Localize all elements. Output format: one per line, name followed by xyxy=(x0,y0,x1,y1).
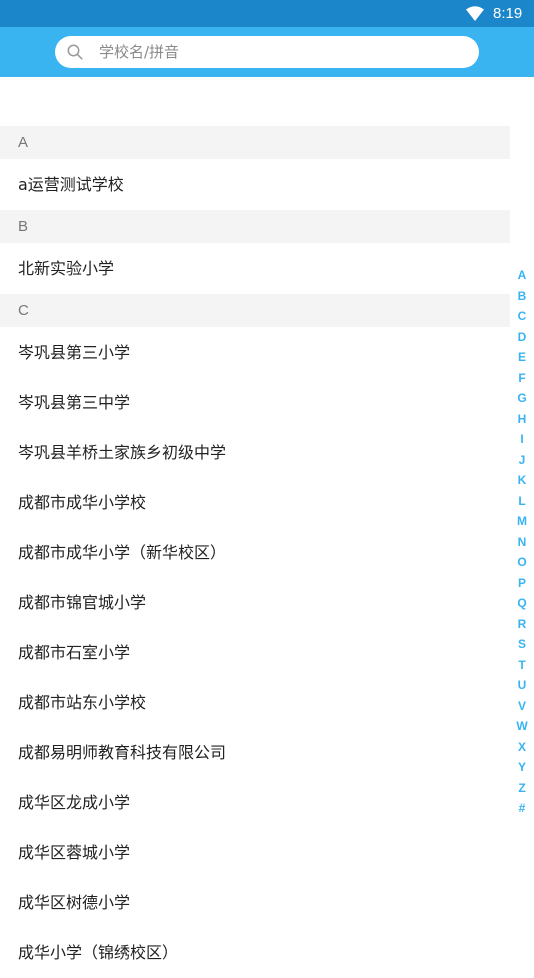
section-header-b: B xyxy=(0,210,510,243)
index-letter-z[interactable]: Z xyxy=(510,778,534,799)
school-list-item[interactable]: 成都市成华小学校 xyxy=(0,478,510,528)
index-letter-u[interactable]: U xyxy=(510,675,534,696)
alphabet-index-bar[interactable]: A B C D E F G H I J K L M N O P Q R S T U V W X Y Z # xyxy=(510,265,534,819)
school-list-item[interactable]: 成都市锦官城小学 xyxy=(0,578,510,628)
index-letter-a[interactable]: A xyxy=(510,265,534,286)
school-list-item[interactable]: 成都易明师教育科技有限公司 xyxy=(0,728,510,778)
status-bar: 8:19 xyxy=(0,0,534,27)
search-input[interactable] xyxy=(99,36,469,68)
school-list-item[interactable]: 成都市站东小学校 xyxy=(0,678,510,728)
school-list-item[interactable]: 成都市成华小学（新华校区） xyxy=(0,528,510,578)
index-letter-l[interactable]: L xyxy=(510,491,534,512)
school-list-item[interactable]: 北新实验小学 xyxy=(0,243,510,294)
index-letter-w[interactable]: W xyxy=(510,716,534,737)
index-letter-x[interactable]: X xyxy=(510,737,534,758)
index-letter-m[interactable]: M xyxy=(510,511,534,532)
index-letter-d[interactable]: D xyxy=(510,327,534,348)
index-letter-e[interactable]: E xyxy=(510,347,534,368)
school-list-item[interactable]: 成华区树德小学 xyxy=(0,878,510,928)
index-letter-v[interactable]: V xyxy=(510,696,534,717)
school-list-item[interactable]: 成都市石室小学 xyxy=(0,628,510,678)
index-letter-c[interactable]: C xyxy=(510,306,534,327)
index-letter-n[interactable]: N xyxy=(510,532,534,553)
section-header-a: A xyxy=(0,126,510,159)
school-list-item[interactable]: 成华区蓉城小学 xyxy=(0,828,510,878)
index-letter-b[interactable]: B xyxy=(510,286,534,307)
school-list-item[interactable]: 岑巩县羊桥土家族乡初级中学 xyxy=(0,428,510,478)
section-header-c: C xyxy=(0,294,510,327)
index-letter-q[interactable]: Q xyxy=(510,593,534,614)
index-letter-hash[interactable]: # xyxy=(510,798,534,819)
clock: 8:19 xyxy=(493,5,523,22)
index-letter-k[interactable]: K xyxy=(510,470,534,491)
wifi-icon xyxy=(466,6,484,21)
school-list-item[interactable]: 成华小学（锦绣校区） xyxy=(0,928,510,978)
search-box[interactable] xyxy=(55,36,479,68)
index-letter-j[interactable]: J xyxy=(510,450,534,471)
school-list-item[interactable]: a运营测试学校 xyxy=(0,159,510,210)
search-icon xyxy=(67,44,83,60)
index-letter-f[interactable]: F xyxy=(510,368,534,389)
index-letter-y[interactable]: Y xyxy=(510,757,534,778)
index-letter-o[interactable]: O xyxy=(510,552,534,573)
school-list-item[interactable]: 岑巩县第三中学 xyxy=(0,378,510,428)
school-list[interactable]: Aa运营测试学校 B 北新实验小学 C 岑巩县第三小学 岑巩县第三中学 岑巩县羊桥土家族乡初… xyxy=(0,126,510,978)
school-list-item[interactable]: 成华区龙成小学 xyxy=(0,778,510,828)
search-header xyxy=(0,27,534,77)
index-letter-p[interactable]: P xyxy=(510,573,534,594)
index-letter-r[interactable]: R xyxy=(510,614,534,635)
index-letter-s[interactable]: S xyxy=(510,634,534,655)
index-letter-h[interactable]: H xyxy=(510,409,534,430)
index-letter-i[interactable]: I xyxy=(510,429,534,450)
index-letter-t[interactable]: T xyxy=(510,655,534,676)
index-letter-g[interactable]: G xyxy=(510,388,534,409)
school-list-item[interactable]: 岑巩县第三小学 xyxy=(0,327,510,378)
